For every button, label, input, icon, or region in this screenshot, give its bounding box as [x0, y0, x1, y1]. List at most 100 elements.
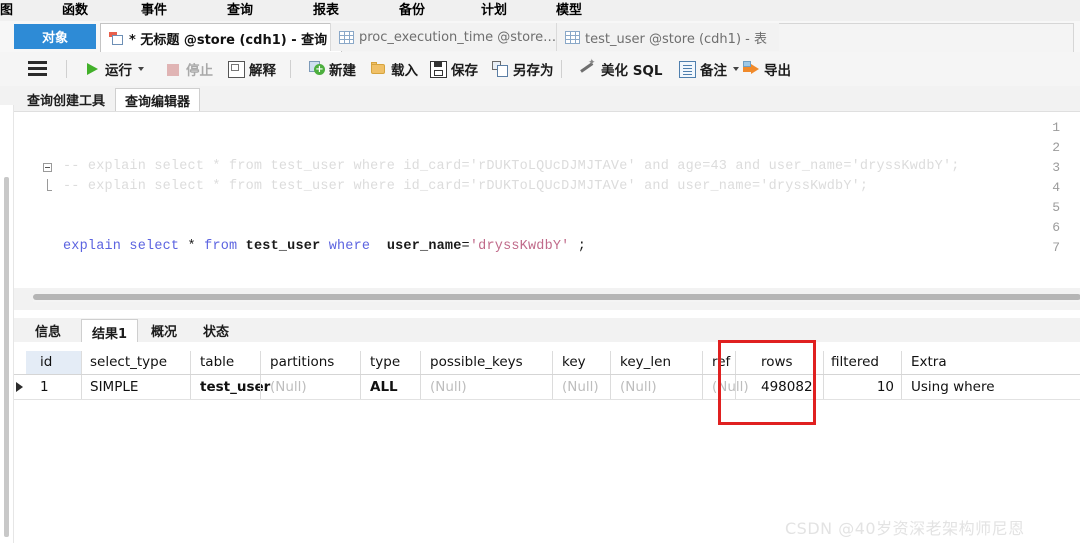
document-tab-2[interactable]: test_user @store (cdh1) - 表 — [556, 23, 779, 51]
editor-results-splitter[interactable] — [13, 288, 1080, 310]
toolbar-separator-1 — [290, 60, 291, 78]
cell-key_len[interactable]: (Null) — [620, 375, 657, 399]
cell-key[interactable]: (Null) — [562, 375, 599, 399]
menu-item-0[interactable]: 图 — [0, 0, 13, 21]
toolbar-button-美化-SQL[interactable]: 美化 SQL — [580, 56, 663, 82]
column-header-select_type[interactable]: select_type — [90, 351, 167, 374]
editor-mode-tab-1[interactable]: 查询编辑器 — [115, 88, 201, 113]
export-icon — [743, 60, 760, 78]
object-tab[interactable]: 对象 — [14, 24, 96, 49]
column-header-Extra[interactable]: Extra — [911, 351, 947, 374]
toolbar-button-label: 载入 — [391, 63, 418, 79]
cell-divider — [901, 375, 902, 399]
hamburger-icon[interactable] — [28, 61, 47, 76]
toolbar-button-载入[interactable]: 载入 — [370, 56, 418, 82]
horizontal-scrollbar-thumb[interactable] — [33, 294, 1080, 300]
cell-ref[interactable]: (Null) — [712, 375, 749, 399]
watermark: CSDN @40岁资深老架构师尼恩 — [785, 519, 1025, 538]
menu-item-7[interactable]: 模型 — [556, 0, 582, 21]
stop-icon — [165, 61, 182, 78]
left-vertical-scrollbar[interactable] — [0, 105, 14, 543]
id-column-header-cell — [26, 351, 81, 374]
menu-item-6[interactable]: 计划 — [481, 0, 507, 21]
document-tab-0[interactable]: * 无标题 @store (cdh1) - 查询 — [100, 23, 342, 54]
code-token: = — [461, 239, 470, 254]
column-header-type[interactable]: type — [370, 351, 400, 374]
toolbar-button-导出[interactable]: 导出 — [743, 56, 791, 82]
document-tab-1[interactable]: proc_execution_time @store… — [330, 23, 566, 51]
column-divider[interactable] — [260, 351, 261, 374]
cell-divider — [420, 375, 421, 399]
column-divider[interactable] — [610, 351, 611, 374]
toolbar-button-label: 另存为 — [513, 63, 554, 79]
table-row[interactable]: 1 SIMPLE test_user (Null) ALL (Null) (Null) (Nu… — [13, 375, 1080, 400]
column-header-key_len[interactable]: key_len — [620, 351, 671, 374]
toolbar-button-label: 新建 — [329, 63, 356, 79]
document-tab-strip: 对象 * 无标题 @store (cdh1) - 查询 proc_executio… — [0, 21, 1080, 54]
column-header-key[interactable]: key — [562, 351, 586, 374]
column-divider[interactable] — [190, 351, 191, 374]
result-tab-2[interactable]: 概况 — [141, 319, 187, 342]
explain-icon — [228, 60, 245, 78]
toolbar-button-新建[interactable]: 新建 — [308, 56, 356, 82]
chevron-down-icon[interactable] — [138, 67, 144, 71]
code-token: * — [179, 239, 205, 254]
menu-item-4[interactable]: 报表 — [313, 0, 339, 21]
code-line[interactable]: -- explain select * from test_user where… — [63, 159, 960, 174]
cell-id[interactable]: 1 — [40, 375, 49, 399]
main-menu-bar: 图 函数 事件 查询 报表 备份 计划 模型 — [0, 0, 1080, 22]
toolbar-button-解释[interactable]: 解释 — [228, 56, 276, 82]
cell-Extra[interactable]: Using where — [911, 375, 995, 399]
column-divider[interactable] — [420, 351, 421, 374]
menu-item-1[interactable]: 函数 — [62, 0, 88, 21]
save-icon — [430, 60, 447, 78]
line-number: 7 — [1052, 240, 1060, 255]
column-header-id[interactable]: id — [40, 351, 52, 374]
editor-gutter — [13, 112, 55, 287]
menu-item-2[interactable]: 事件 — [141, 0, 167, 21]
cell-possible_keys[interactable]: (Null) — [430, 375, 467, 399]
cell-filtered[interactable]: 10 — [824, 375, 894, 399]
column-header-possible_keys[interactable]: possible_keys — [430, 351, 523, 374]
code-line[interactable]: explain select * from test_user where us… — [63, 239, 586, 254]
column-divider[interactable] — [360, 351, 361, 374]
column-header-partitions[interactable]: partitions — [270, 351, 334, 374]
cell-type[interactable]: ALL — [370, 375, 398, 399]
column-divider[interactable] — [552, 351, 553, 374]
result-tab-3[interactable]: 状态 — [193, 319, 239, 342]
editor-mode-tab-0[interactable]: 查询创建工具 — [18, 88, 114, 111]
table-icon — [339, 30, 354, 44]
cell-divider — [552, 375, 553, 399]
toolbar-button-另存为[interactable]: 另存为 — [492, 56, 554, 82]
column-divider[interactable] — [823, 351, 824, 374]
column-divider[interactable] — [81, 351, 82, 374]
menu-item-3[interactable]: 查询 — [227, 0, 253, 21]
result-tab-0[interactable]: 信息 — [25, 319, 71, 342]
toolbar-button-运行[interactable]: 运行 — [84, 56, 144, 82]
query-toolbar: 运行 停止 解释 新建 载入 保存 另存为 美化 SQL 备注 导出 — [0, 52, 1080, 87]
column-header-rows[interactable]: rows — [761, 351, 793, 374]
code-line[interactable]: -- explain select * from test_user where… — [63, 179, 868, 194]
sql-editor[interactable]: 1 2 3 -- explain select * from test_user wh… — [13, 111, 1080, 287]
column-divider[interactable] — [901, 351, 902, 374]
column-divider[interactable] — [702, 351, 703, 374]
column-header-filtered[interactable]: filtered — [831, 351, 879, 374]
code-token: where — [328, 239, 371, 254]
chevron-down-icon[interactable] — [733, 67, 739, 71]
toolbar-button-备注[interactable]: 备注 — [679, 56, 739, 82]
column-header-table[interactable]: table — [200, 351, 234, 374]
cell-select_type[interactable]: SIMPLE — [90, 375, 138, 399]
cell-partitions[interactable]: (Null) — [270, 375, 307, 399]
column-header-ref[interactable]: ref — [712, 351, 730, 374]
toolbar-button-保存[interactable]: 保存 — [430, 56, 478, 82]
mysql-client-window: 图 函数 事件 查询 报表 备份 计划 模型 对象 * 无标题 @store (cdh1) -… — [0, 0, 1080, 543]
cell-rows[interactable]: 498082 — [761, 375, 813, 399]
left-scrollbar-thumb[interactable] — [4, 177, 9, 537]
document-tab-label: * 无标题 @store (cdh1) - 查询 — [129, 33, 328, 48]
menu-item-5[interactable]: 备份 — [399, 0, 425, 21]
saveas-icon — [492, 60, 509, 78]
cell-divider — [610, 375, 611, 399]
code-fold-toggle-icon[interactable] — [43, 163, 52, 172]
column-divider[interactable] — [735, 351, 736, 374]
